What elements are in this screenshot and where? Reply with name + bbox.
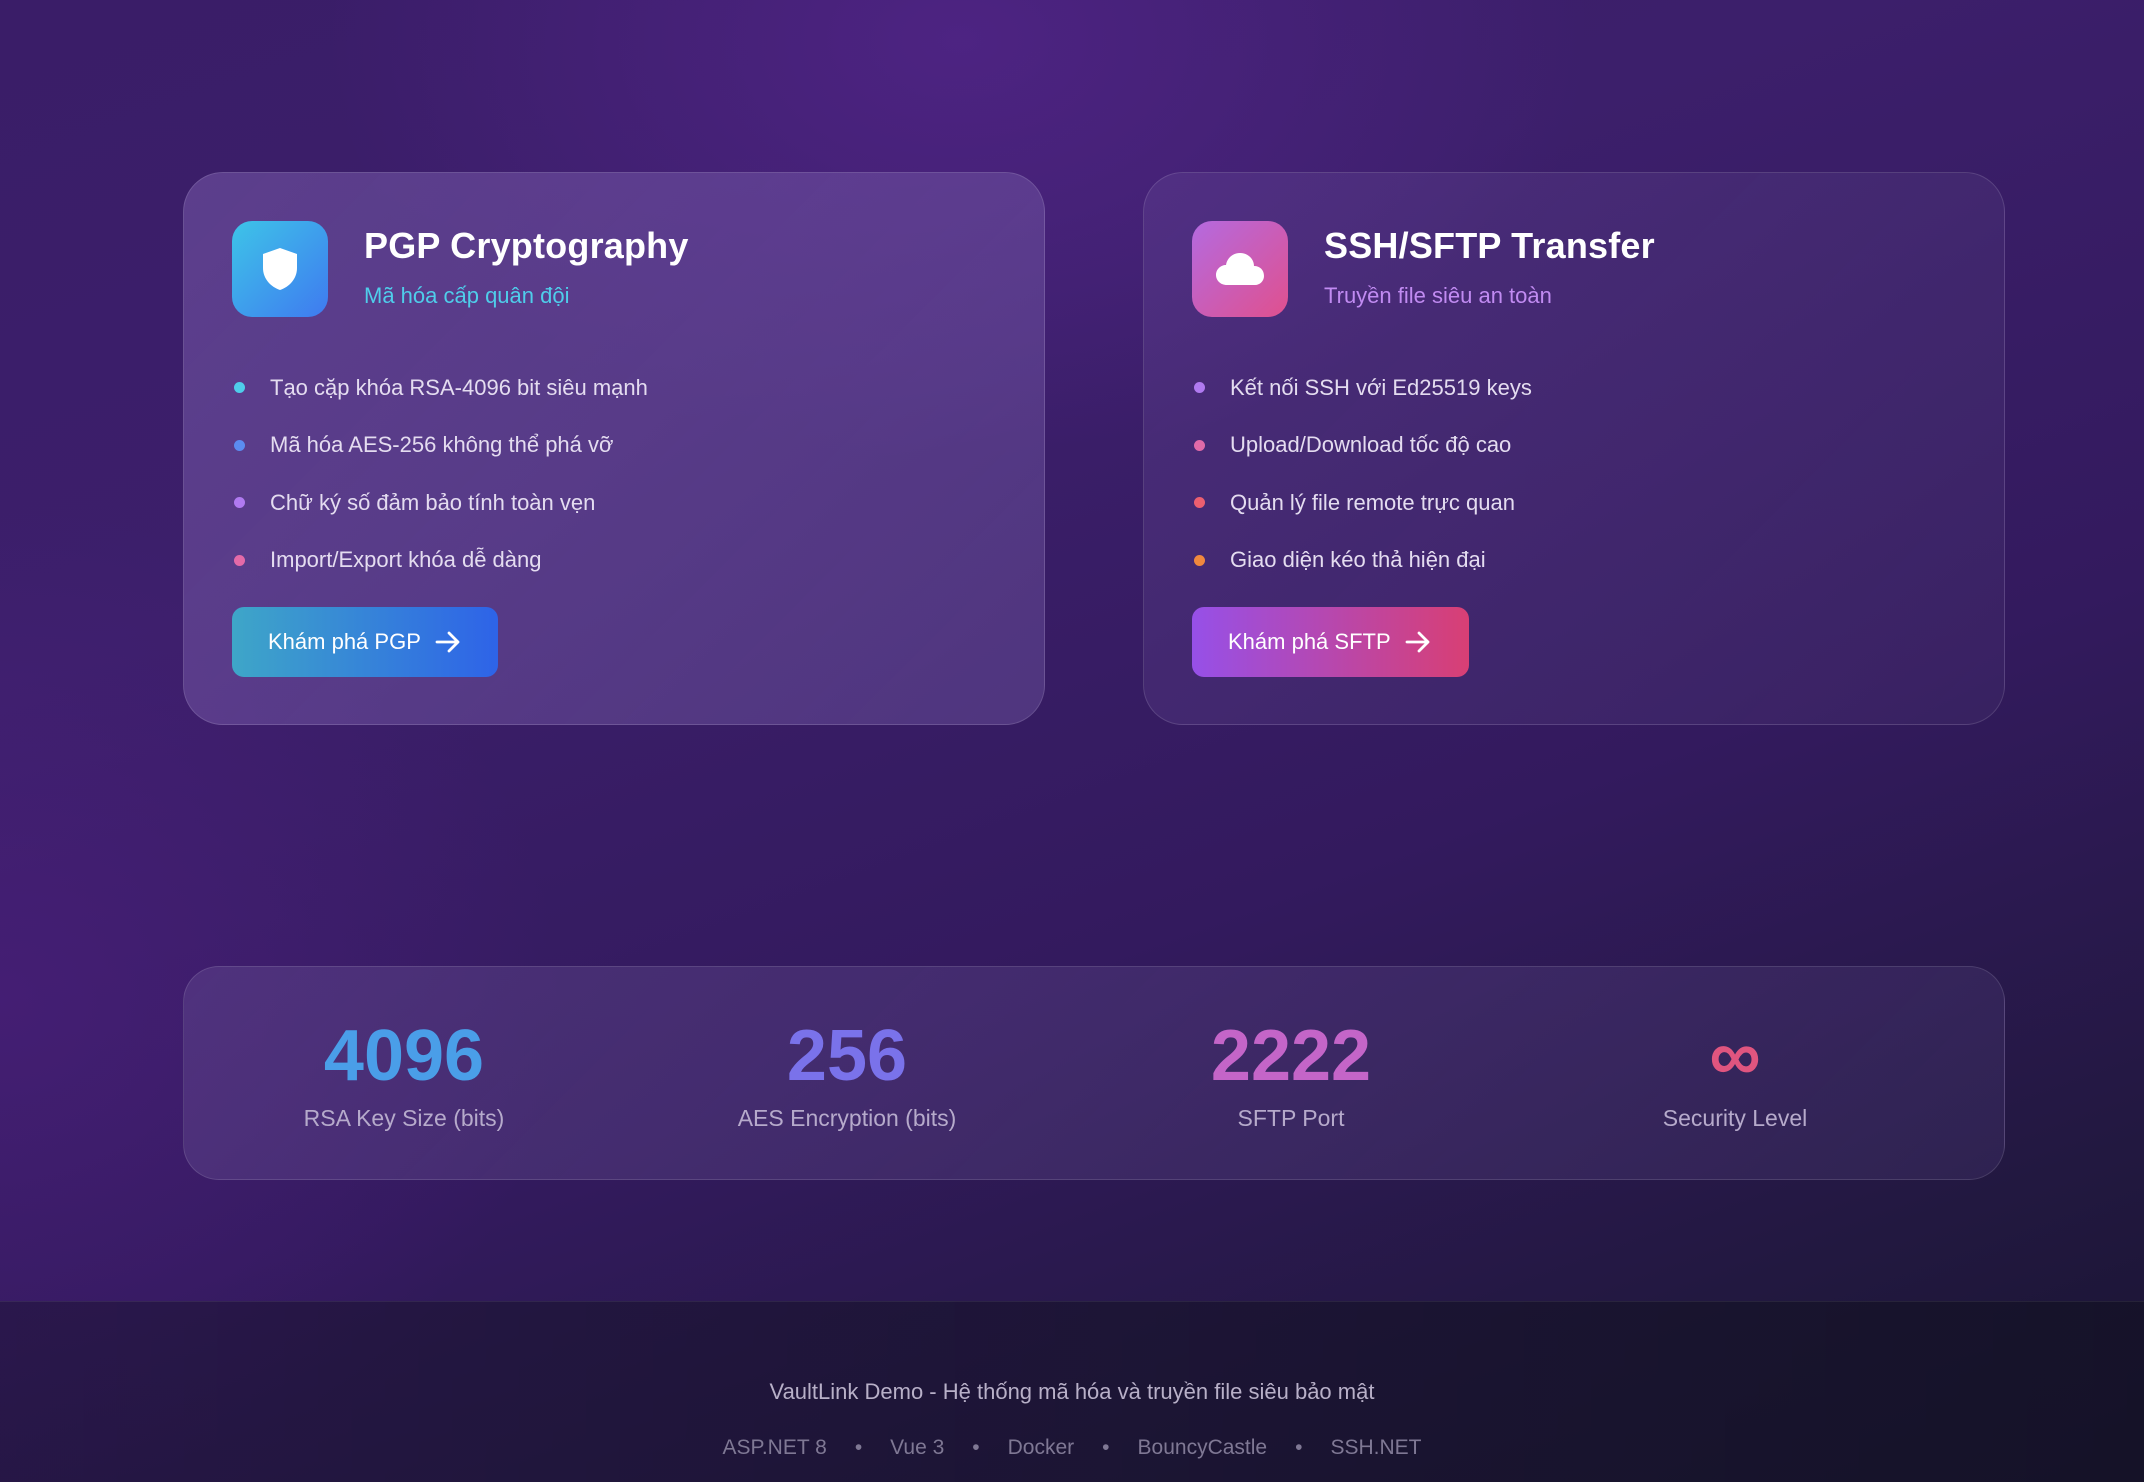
- stat-value: ∞: [1709, 1016, 1761, 1096]
- sftp-subtitle: Truyền file siêu an toàn: [1324, 283, 1552, 308]
- separator-dot: •: [972, 1436, 980, 1459]
- tech-item: BouncyCastle: [1137, 1436, 1268, 1459]
- page-footer: VaultLink Demo - Hệ thống mã hóa và truy…: [0, 1301, 2144, 1482]
- footer-text: VaultLink Demo - Hệ thống mã hóa và truy…: [769, 1379, 1375, 1404]
- tech-item: Vue 3: [890, 1436, 945, 1459]
- feature-text: Mã hóa AES-256 không thể phá vỡ: [270, 432, 614, 458]
- stat-sftp-port: 2222 SFTP Port: [1071, 967, 1511, 1132]
- bullet-dot: [1194, 382, 1205, 394]
- sftp-title: SSH/SFTP Transfer: [1324, 225, 1655, 266]
- shield-icon: [232, 221, 328, 317]
- pgp-subtitle: Mã hóa cấp quân đội: [364, 283, 570, 308]
- bullet-dot: [1194, 439, 1205, 451]
- bullet-dot: [234, 497, 245, 509]
- feature-text: Kết nối SSH với Ed25519 keys: [1230, 374, 1532, 400]
- list-item: Giao diện kéo thả hiện đại: [1192, 532, 1956, 590]
- stat-aes-encryption: 256 AES Encryption (bits): [627, 967, 1067, 1132]
- sftp-card: SSH/SFTP Transfer Truyền file siêu an to…: [1143, 172, 2005, 725]
- stat-label: Security Level: [1662, 1105, 1808, 1131]
- list-item: Quản lý file remote trực quan: [1192, 474, 1956, 532]
- bullet-dot: [234, 382, 245, 394]
- stats-panel: 4096 RSA Key Size (bits) 256 AES Encrypt…: [183, 966, 2005, 1180]
- stat-label: SFTP Port: [1237, 1105, 1345, 1131]
- bullet-dot: [234, 554, 245, 566]
- tech-item: SSH.NET: [1330, 1436, 1422, 1459]
- stat-label: RSA Key Size (bits): [303, 1105, 505, 1131]
- feature-text: Upload/Download tốc độ cao: [1230, 432, 1512, 458]
- list-item: Kết nối SSH với Ed25519 keys: [1192, 359, 1956, 417]
- separator-dot: •: [1295, 1436, 1303, 1459]
- bullet-dot: [1194, 497, 1205, 509]
- list-item: Import/Export khóa dễ dàng: [232, 532, 996, 590]
- feature-text: Giao diện kéo thả hiện đại: [1230, 547, 1486, 573]
- stat-security-level: ∞ Security Level: [1515, 967, 1955, 1132]
- tech-stack-list: ASP.NET 8 • Vue 3 • Docker • BouncyCastl…: [0, 1436, 2144, 1460]
- sftp-feature-list: Kết nối SSH với Ed25519 keys Upload/Down…: [1192, 359, 1956, 589]
- feature-text: Import/Export khóa dễ dàng: [270, 547, 542, 573]
- list-item: Chữ ký số đảm bảo tính toàn vẹn: [232, 474, 996, 532]
- tech-item: Docker: [1007, 1436, 1075, 1459]
- pgp-title: PGP Cryptography: [364, 225, 689, 266]
- arrow-right-icon: [435, 631, 460, 653]
- bullet-dot: [234, 439, 245, 451]
- stat-value: 2222: [1210, 1016, 1372, 1096]
- explore-pgp-button[interactable]: Khám phá PGP: [232, 607, 498, 677]
- arrow-right-icon: [1405, 631, 1430, 653]
- explore-sftp-button[interactable]: Khám phá SFTP: [1192, 607, 1469, 677]
- explore-pgp-label: Khám phá PGP: [268, 629, 421, 654]
- explore-sftp-label: Khám phá SFTP: [1228, 629, 1391, 654]
- cloud-icon: [1192, 221, 1288, 317]
- pgp-feature-list: Tạo cặp khóa RSA-4096 bit siêu mạnh Mã h…: [232, 359, 996, 589]
- sftp-card-header: SSH/SFTP Transfer Truyền file siêu an to…: [1192, 221, 1956, 317]
- feature-text: Chữ ký số đảm bảo tính toàn vẹn: [270, 489, 596, 515]
- pgp-card: PGP Cryptography Mã hóa cấp quân đội Tạo…: [183, 172, 1045, 725]
- stat-value: 4096: [323, 1016, 485, 1096]
- list-item: Tạo cặp khóa RSA-4096 bit siêu mạnh: [232, 359, 996, 417]
- feature-text: Quản lý file remote trực quan: [1230, 489, 1515, 515]
- stat-value: 256: [786, 1016, 908, 1096]
- separator-dot: •: [1102, 1436, 1110, 1459]
- list-item: Mã hóa AES-256 không thể phá vỡ: [232, 417, 996, 475]
- tech-item: ASP.NET 8: [722, 1436, 827, 1459]
- stat-rsa-key-size: 4096 RSA Key Size (bits): [184, 967, 624, 1132]
- bullet-dot: [1194, 554, 1205, 566]
- list-item: Upload/Download tốc độ cao: [1192, 417, 1956, 475]
- separator-dot: •: [854, 1436, 863, 1459]
- pgp-card-header: PGP Cryptography Mã hóa cấp quân đội: [232, 221, 996, 317]
- stat-label: AES Encryption (bits): [737, 1105, 957, 1131]
- feature-text: Tạo cặp khóa RSA-4096 bit siêu mạnh: [270, 374, 648, 400]
